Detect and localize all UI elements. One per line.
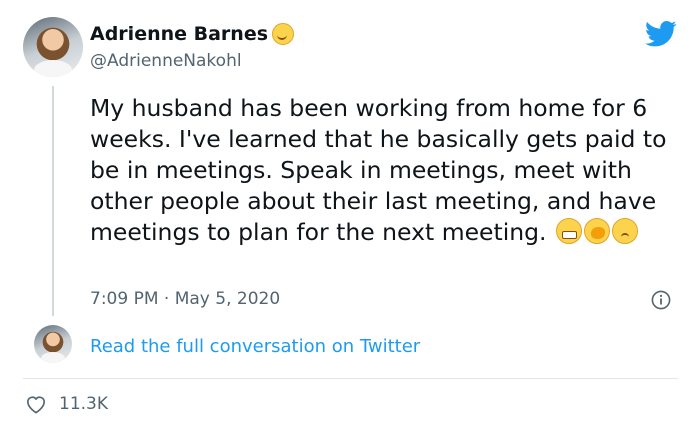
author-name-text: Adrienne Barnes bbox=[90, 23, 269, 45]
author-handle[interactable]: @AdrienneNakohl bbox=[90, 51, 242, 71]
worried-face-emoji-icon bbox=[612, 218, 639, 244]
twitter-bird-icon[interactable] bbox=[645, 20, 677, 48]
thread-line bbox=[52, 86, 54, 316]
tweet-text: My husband has been working from home fo… bbox=[90, 93, 680, 248]
info-icon[interactable] bbox=[651, 290, 671, 310]
divider bbox=[23, 378, 678, 379]
yawning-face-emoji-icon bbox=[584, 218, 611, 244]
like-count: 11.3K bbox=[59, 394, 108, 414]
read-full-conversation-link[interactable]: Read the full conversation on Twitter bbox=[90, 336, 420, 357]
author-avatar-small[interactable] bbox=[34, 325, 72, 363]
heart-icon bbox=[27, 396, 45, 414]
author-name[interactable]: Adrienne Barnes bbox=[90, 23, 295, 45]
like-button[interactable]: 11.3K bbox=[25, 394, 108, 414]
smiling-face-emoji-icon bbox=[272, 23, 295, 45]
grimacing-face-emoji-icon bbox=[556, 218, 583, 244]
tweet-timestamp[interactable]: 7:09 PM · May 5, 2020 bbox=[90, 289, 280, 309]
author-avatar[interactable] bbox=[23, 17, 83, 77]
